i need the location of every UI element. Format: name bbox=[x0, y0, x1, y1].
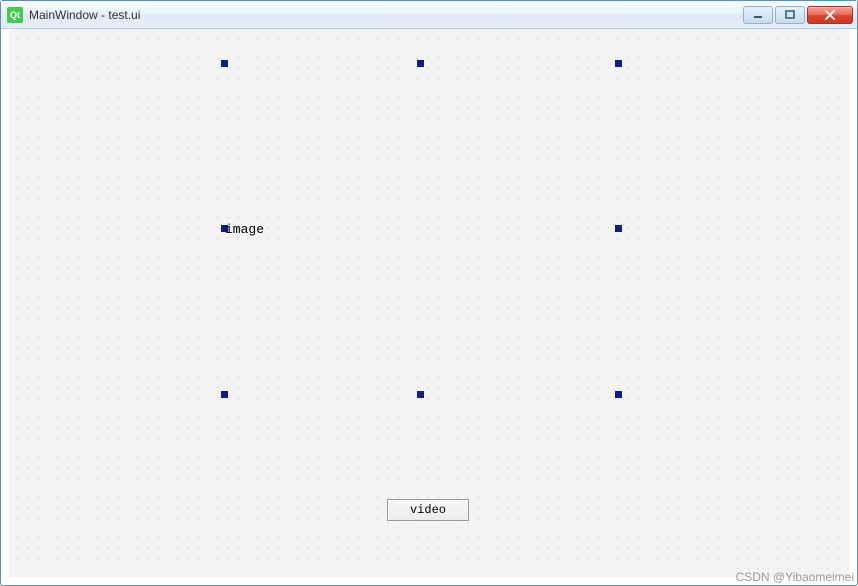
close-button[interactable] bbox=[807, 6, 853, 24]
form-designer-canvas[interactable]: image video bbox=[9, 29, 849, 577]
selection-handle[interactable] bbox=[221, 391, 228, 398]
selection-handle[interactable] bbox=[615, 225, 622, 232]
titlebar[interactable]: Qt MainWindow - test.ui bbox=[1, 1, 857, 29]
minimize-button[interactable] bbox=[743, 6, 773, 24]
selection-handle[interactable] bbox=[417, 391, 424, 398]
maximize-button[interactable] bbox=[775, 6, 805, 24]
watermark-text: CSDN @Yibaomeimei bbox=[736, 570, 854, 584]
image-widget-label[interactable]: image bbox=[225, 222, 264, 237]
video-button-label: video bbox=[410, 503, 446, 517]
application-window: Qt MainWindow - test.ui image video bbox=[0, 0, 858, 586]
window-title: MainWindow - test.ui bbox=[29, 8, 743, 22]
selection-handle[interactable] bbox=[417, 60, 424, 67]
selection-handle[interactable] bbox=[221, 60, 228, 67]
window-controls bbox=[743, 6, 853, 24]
video-button[interactable]: video bbox=[387, 499, 469, 521]
qt-app-icon: Qt bbox=[7, 7, 23, 23]
selection-handle[interactable] bbox=[615, 60, 622, 67]
selection-handle[interactable] bbox=[615, 391, 622, 398]
